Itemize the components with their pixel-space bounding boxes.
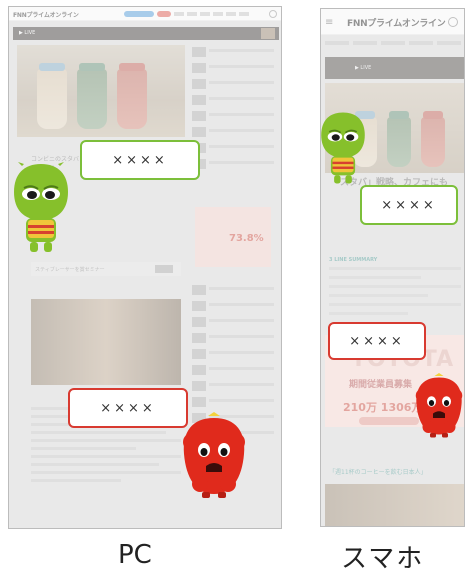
pc-header: FNNプライムオンライン [9,7,281,21]
red-mascot-phone [415,373,463,438]
pc-nav-pill[interactable] [157,11,171,17]
phone-ad-cta[interactable] [359,417,419,425]
search-icon[interactable] [269,10,277,18]
pc-nav-item[interactable] [213,12,223,16]
phone-live-label: ▶ LIVE [355,65,372,71]
pc-nav-item[interactable] [187,12,197,16]
green-mascot-phone [321,112,365,184]
pc-nav-item[interactable] [200,12,210,16]
phone-header: ≡ FNNプライムオンライン [321,9,464,35]
phone-summary-label: 3 LINE SUMMARY [329,257,378,263]
pc-nav-item[interactable] [226,12,236,16]
pc-ad-percent: 73.8% [229,233,264,244]
phone-summary-list [329,267,461,321]
menu-icon[interactable]: ≡ [325,17,333,28]
phone-ad-sub: 期間従業員募集 [349,380,413,390]
comparison-figure: FNNプライムオンライン ▶ LIVE コンビニのスタバ「戦略」 "仕掛け" [0,0,465,576]
pc-nav [124,11,249,17]
pc-section-button[interactable] [155,265,173,273]
pc-live-bar[interactable]: ▶ LIVE [13,27,279,40]
cup-image [77,63,107,129]
phone-ad-numbers: 210万 1306万 [343,401,423,414]
red-mascot-pc [183,412,245,498]
search-icon[interactable] [448,17,458,27]
cup-image [117,63,147,129]
pc-section-header: スティブレーサーを賞セミナー [31,262,181,276]
pc-section-label: スティブレーサーを賞セミナー [35,267,105,273]
phone-bottom-photo [325,484,464,526]
pc-live-thumb [261,28,275,39]
phone-tab[interactable] [437,41,461,45]
phone-site-logo[interactable]: FNNプライムオンライン [347,16,446,29]
pc-nav-item[interactable] [174,12,184,16]
phone-tab[interactable] [325,41,349,45]
phone-live-bar[interactable]: ▶ LIVE [325,57,464,79]
pc-ad-banner[interactable]: 73.8% [195,207,271,267]
phone-tab[interactable] [381,41,405,45]
pc-nav-pill[interactable] [124,11,154,17]
cup-image [421,111,445,167]
phone-tab[interactable] [409,41,433,45]
phone-screenshot: ≡ FNNプライムオンライン ▶ LIVE 「スタバ」戦略、カフェにも 3 LI… [320,8,465,527]
cup-image [387,111,411,167]
pc-article-photo [31,299,181,385]
pc-site-logo[interactable]: FNNプライムオンライン [13,10,79,19]
phone-related-link[interactable]: 「週11杯のコーヒーを飲む日本人」 [329,467,427,476]
pc-caption: PC [118,540,152,570]
pc-red-speech-bubble: ×××× [68,388,188,428]
cup-image [37,63,67,129]
pc-nav-item[interactable] [239,12,249,16]
phone-red-speech-bubble: ×××× [328,322,426,360]
green-mascot-pc [14,162,68,252]
phone-tabs [321,37,464,48]
phone-green-speech-bubble: ×××× [360,185,458,225]
pc-green-speech-bubble: ×××× [80,140,200,180]
phone-caption: スマホ [341,544,425,574]
pc-live-label: ▶ LIVE [19,30,36,36]
phone-tab[interactable] [353,41,377,45]
pc-hero-image[interactable] [17,45,185,137]
